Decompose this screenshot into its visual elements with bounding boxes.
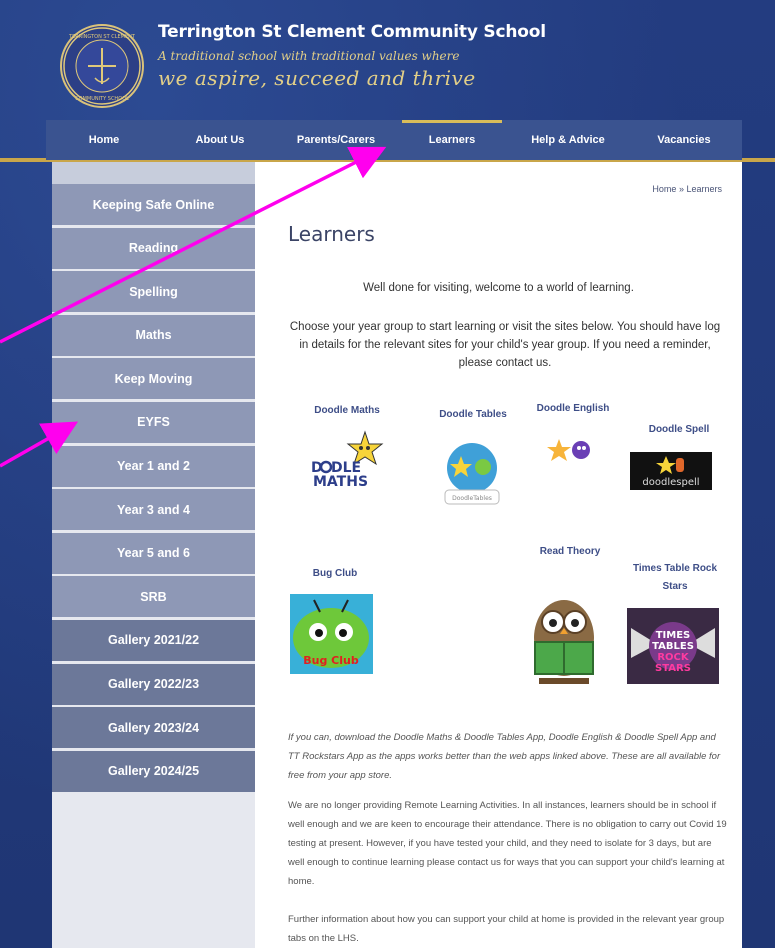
svg-text:ROCK: ROCK — [657, 652, 690, 663]
nav-parents-carers[interactable]: Parents/Carers — [278, 120, 394, 160]
welcome-text: Well done for visiting, welcome to a wor… — [363, 282, 634, 294]
svg-text:MATHS: MATHS — [313, 474, 368, 490]
sidebar-item-reading[interactable]: Reading — [52, 227, 255, 269]
doodle-spell-logo[interactable]: doodlespell — [630, 452, 712, 490]
site-header: TERRINGTON ST CLEMENT COMMUNITY SCHOOL T… — [60, 18, 760, 108]
breadcrumb: Home » Learners — [652, 184, 722, 194]
bug-club-label[interactable]: Bug Club — [295, 568, 375, 579]
read-theory-label[interactable]: Read Theory — [525, 546, 615, 557]
sidebar-item-eyfs[interactable]: EYFS — [52, 401, 255, 443]
doodle-english-logo[interactable] — [545, 437, 595, 467]
read-theory-owl-logo[interactable] — [525, 594, 603, 686]
nav-learners[interactable]: Learners — [394, 120, 510, 160]
main-content: Home » Learners Learners Well done for v… — [255, 162, 742, 948]
sidebar-item-year-1-and-2[interactable]: Year 1 and 2 — [52, 445, 255, 487]
doodle-english-label[interactable]: Doodle English — [523, 403, 623, 414]
crest-icon: TERRINGTON ST CLEMENT COMMUNITY SCHOOL — [63, 27, 141, 105]
breadcrumb-current: Learners — [686, 184, 722, 194]
sidebar: Keeping Safe Online Reading Spelling Mat… — [52, 162, 255, 948]
sidebar-item-gallery-2024-25[interactable]: Gallery 2024/25 — [52, 750, 255, 792]
svg-text:STARS: STARS — [655, 663, 691, 674]
svg-text:TIMES: TIMES — [656, 630, 691, 641]
breadcrumb-home[interactable]: Home — [652, 184, 676, 194]
sidebar-item-maths[interactable]: Maths — [52, 314, 255, 356]
sidebar-item-year-5-and-6[interactable]: Year 5 and 6 — [52, 532, 255, 574]
svg-text:TABLES: TABLES — [652, 641, 694, 652]
bug-club-logo-text: Bug Club — [303, 654, 359, 667]
doodle-spell-logo-text: doodlespell — [642, 477, 699, 488]
nav-home[interactable]: Home — [46, 120, 162, 160]
sidebar-item-keep-moving[interactable]: Keep Moving — [52, 358, 255, 400]
sidebar-item-spelling[interactable]: Spelling — [52, 271, 255, 313]
sidebar-item-gallery-2021-22[interactable]: Gallery 2021/22 — [52, 619, 255, 661]
nav-about-us[interactable]: About Us — [162, 120, 278, 160]
remote-learning-note: We are no longer providing Remote Learni… — [288, 800, 727, 887]
doodle-maths-logo[interactable]: D DLE MATHS — [303, 430, 393, 490]
sidebar-item-year-3-and-4[interactable]: Year 3 and 4 — [52, 489, 255, 531]
doodle-maths-label[interactable]: Doodle Maths — [299, 405, 395, 416]
school-crest-logo[interactable]: TERRINGTON ST CLEMENT COMMUNITY SCHOOL — [60, 24, 144, 108]
school-name[interactable]: Terrington St Clement Community School — [158, 22, 546, 42]
app-download-note: If you can, download the Doodle Maths & … — [288, 732, 721, 781]
bug-club-logo[interactable]: Bug Club — [290, 594, 373, 674]
ttrs-label[interactable]: Times Table Rock Stars — [625, 560, 725, 596]
doodle-tables-logo[interactable]: DoodleTables — [437, 440, 507, 506]
ttrs-logo[interactable]: TIMES TABLES ROCK STARS — [627, 608, 719, 684]
svg-text:COMMUNITY SCHOOL: COMMUNITY SCHOOL — [75, 96, 129, 102]
sidebar-item-gallery-2022-23[interactable]: Gallery 2022/23 — [52, 663, 255, 705]
doodle-tables-label[interactable]: Doodle Tables — [425, 409, 521, 420]
further-info-note: Further information about how you can su… — [288, 914, 725, 944]
doodle-tables-logo-text: DoodleTables — [452, 495, 492, 502]
sidebar-item-gallery-2023-24[interactable]: Gallery 2023/24 — [52, 707, 255, 749]
main-nav: Home About Us Parents/Carers Learners He… — [46, 120, 742, 160]
nav-vacancies[interactable]: Vacancies — [626, 120, 742, 160]
tagline-line-1: A traditional school with traditional va… — [158, 49, 460, 63]
sidebar-item-keeping-safe-online[interactable]: Keeping Safe Online — [52, 184, 255, 225]
sidebar-header-strip — [52, 162, 255, 184]
breadcrumb-separator: » — [678, 184, 684, 194]
doodle-spell-label[interactable]: Doodle Spell — [629, 424, 729, 435]
intro-text: Choose your year group to start learning… — [289, 321, 721, 369]
nav-help-advice[interactable]: Help & Advice — [510, 120, 626, 160]
content-panel: Keeping Safe Online Reading Spelling Mat… — [52, 162, 742, 948]
tagline-line-2: we aspire, succeed and thrive — [158, 66, 476, 90]
svg-text:TERRINGTON ST CLEMENT: TERRINGTON ST CLEMENT — [68, 34, 136, 40]
sidebar-item-srb[interactable]: SRB — [52, 576, 255, 618]
page-title: Learners — [288, 222, 375, 246]
